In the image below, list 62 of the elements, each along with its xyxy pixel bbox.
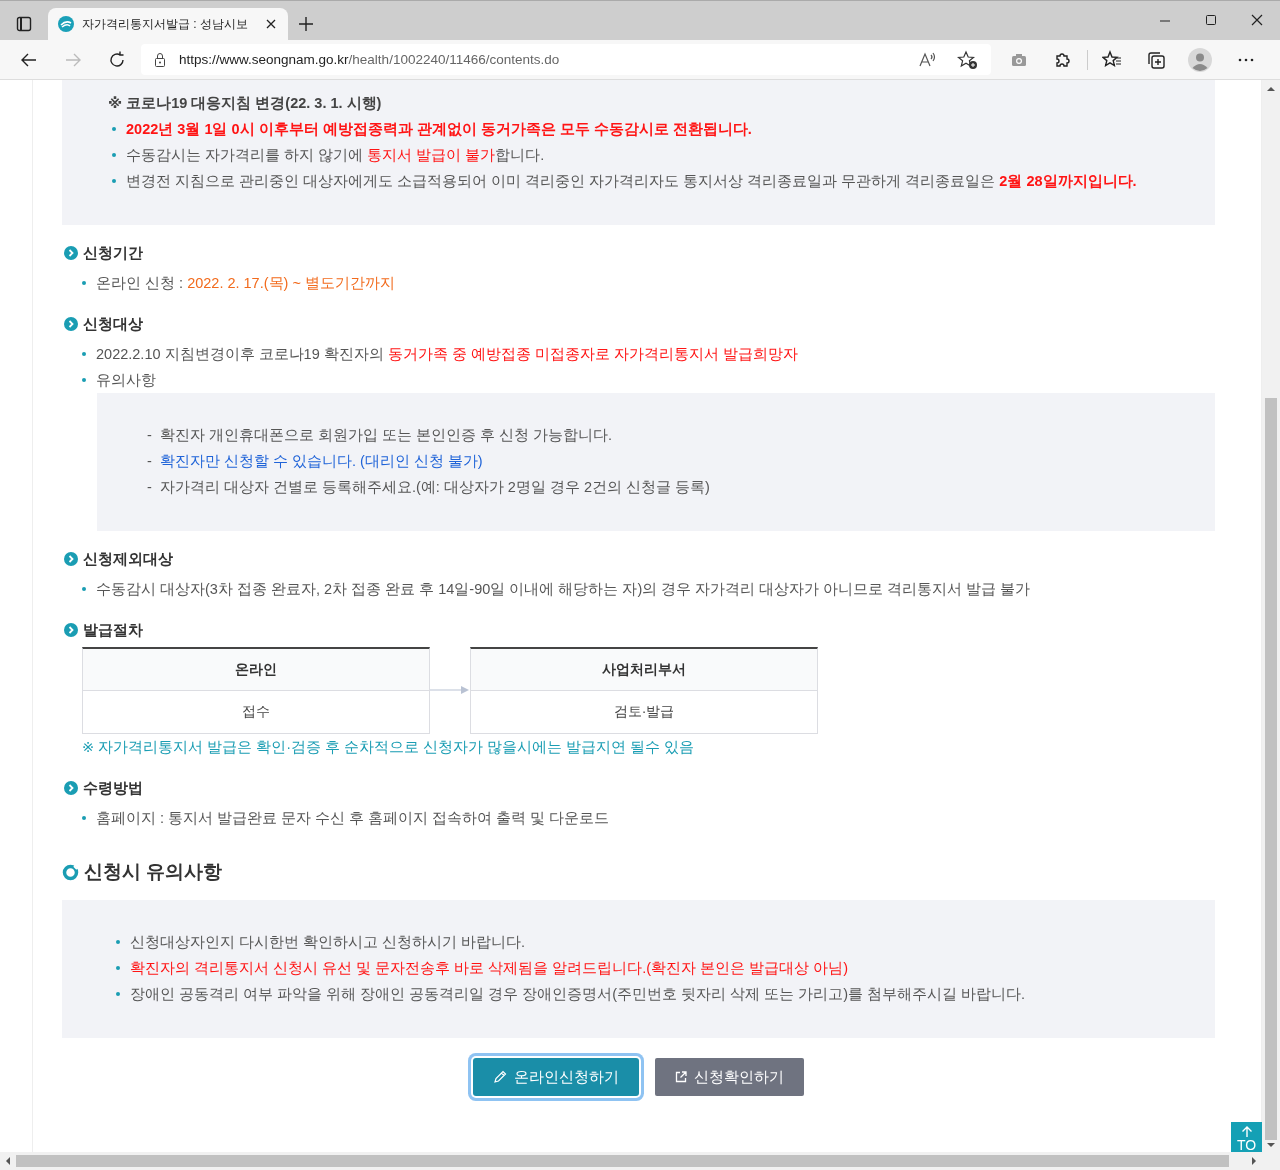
scrollbar-thumb[interactable]: [1265, 398, 1277, 1140]
section-heading: 신청기간: [83, 243, 143, 263]
section-heading: 신청대상: [83, 314, 143, 334]
note-text: ※ 자가격리통지서 발급은 확인·검증 후 순차적으로 신청자가 많을시에는 발급지연 될수 있음: [82, 738, 696, 757]
close-tab-icon[interactable]: [264, 17, 278, 31]
section-heading: 발급절차: [83, 620, 143, 640]
chevron-circle-icon: [64, 246, 78, 260]
address-bar[interactable]: https://www.seongnam.go.kr/health/1002240/11466/contents.do: [141, 44, 991, 75]
table-header-cell: 사업처리부서: [471, 649, 817, 691]
bullet-text: 확진자의 격리통지서 신청시 유선 및 문자전송후 바로 삭제됨을 알려드립니다.(확진자 본인은 발급대상 아님): [130, 959, 848, 978]
bullet-icon: [116, 992, 120, 996]
site-logo-icon: [58, 16, 74, 32]
chevron-circle-icon: [64, 317, 78, 331]
bullet-icon: [82, 281, 86, 285]
profile-avatar-icon[interactable]: [1188, 47, 1212, 72]
horizontal-scrollbar[interactable]: [0, 1152, 1280, 1170]
bullet-text: 장애인 공동격리 여부 파악을 위해 장애인 공동격리일 경우 장애인증명서(주민번호 뒷자리 삭제 또는 가리고)를 첨부해주시길 바랍니다.: [130, 985, 1026, 1004]
bullet-text: 온라인 신청 : 2022. 2. 17.(목) ~ 별도기간까지: [96, 274, 395, 293]
external-link-icon: [674, 1070, 688, 1084]
bullet-icon: [116, 966, 120, 970]
bullet-icon: [82, 352, 86, 356]
bullet-icon: [82, 587, 86, 591]
url-text: https://www.seongnam.go.kr/health/1002240/11466/contents.do: [179, 52, 561, 67]
bullet-text: 2022.2.10 지침변경이후 코로나19 확진자의 동거가족 중 예방접종 미접종자로 자가격리통지서 발급희망자: [96, 345, 798, 364]
note-text: - 확진자만 신청할 수 있습니다. (대리인 신청 불가): [147, 452, 484, 471]
notice-title: ※ 코로나19 대응지침 변경(22. 3. 1. 시행): [108, 94, 383, 113]
section-title: 신청시 유의사항: [84, 860, 223, 884]
bullet-text: 2022년 3월 1일 0시 이후부터 예방접종력과 관계없이 동거가족은 모두 수동감시로 전환됩니다.: [126, 120, 752, 139]
chevron-circle-icon: [64, 623, 78, 637]
section-heading: 수령방법: [83, 778, 143, 798]
arrow-icon: [430, 685, 470, 695]
bullet-text: 변경전 지침으로 관리중인 대상자에게도 소급적용되어 이미 격리중인 자가격리자도 통지서상 격리종료일과 무관하게 격리종료일은 2월 28일까지입니다.: [126, 172, 1137, 191]
bullet-icon: [82, 816, 86, 820]
bullet-text: 홈페이지 : 통지서 발급완료 문자 수신 후 홈페이지 접속하여 출력 및 다운로드: [96, 809, 610, 828]
bullet-icon: [112, 179, 116, 183]
reload-icon[interactable]: [107, 49, 127, 70]
section-heading: 신청제외대상: [83, 549, 173, 569]
bullet-text: 신청대상자인지 다시한번 확인하시고 신청하시기 바랍니다.: [130, 933, 526, 952]
lock-icon: [153, 51, 167, 68]
tab-title: 자가격리통지서발급 : 성남시보: [82, 15, 249, 33]
back-to-top-button[interactable]: TO: [1231, 1122, 1262, 1152]
up-arrow-icon: [1240, 1126, 1253, 1138]
ring-icon: [62, 863, 79, 881]
bullet-icon: [112, 127, 116, 131]
chevron-circle-icon: [64, 552, 78, 566]
collections-icon[interactable]: [1146, 49, 1166, 70]
note-text: - 확진자 개인휴대폰으로 회원가입 또는 본인인증 후 신청 가능합니다.: [147, 426, 614, 445]
browser-tab[interactable]: 자가격리통지서발급 : 성남시보: [48, 8, 288, 40]
scrollbar-thumb[interactable]: [16, 1155, 1229, 1167]
chevron-circle-icon: [64, 781, 78, 795]
note-text: - 자가격리 대상자 건별로 등록해주세요.(예: 대상자가 2명일 경우 2건의 신청글 등록): [147, 478, 711, 497]
table-header-cell: 온라인: [83, 649, 429, 691]
bullet-text: 유의사항: [96, 371, 156, 390]
bullet-icon: [112, 153, 116, 157]
add-favorite-icon[interactable]: [957, 49, 979, 70]
bullet-icon: [116, 940, 120, 944]
bullet-text: 수동감시는 자가격리를 하지 않기에 통지서 발급이 불가합니다.: [126, 146, 545, 165]
check-application-button[interactable]: 신청확인하기: [655, 1058, 804, 1096]
vertical-scrollbar[interactable]: [1262, 80, 1280, 1152]
pencil-icon: [492, 1069, 508, 1085]
bullet-icon: [82, 378, 86, 382]
bullet-text: 수동감시 대상자(3차 접종 완료자, 2차 접종 완료 후 14일-90일 이내에 해당하는 자)의 경우 자가격리 대상자가 아니므로 격리통지서 발급 불가: [96, 580, 1031, 599]
